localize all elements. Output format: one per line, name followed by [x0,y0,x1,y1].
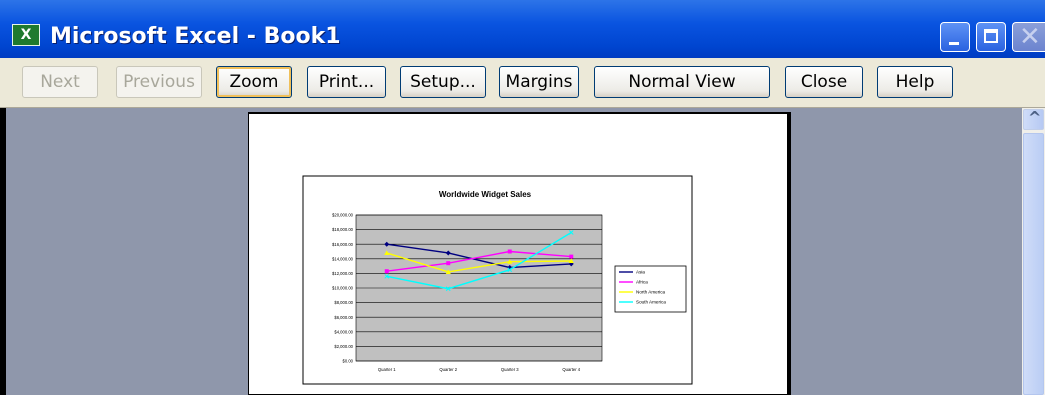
close-window-button[interactable]: ✕ [1012,22,1045,52]
minimize-button[interactable] [940,22,970,52]
legend-label: Asia [636,270,645,275]
title-bar[interactable]: X Microsoft Excel - Book1 ✕ [0,0,1045,58]
data-point [569,254,574,259]
y-tick-label: $8,000.00 [334,300,353,305]
maximize-button[interactable] [976,22,1006,52]
y-tick-label: $4,000.00 [334,329,353,334]
y-tick-label: $6,000.00 [334,315,353,320]
next-button[interactable]: Next [22,66,98,98]
zoom-button[interactable]: Zoom [216,66,292,98]
y-tick-label: $14,000.00 [332,256,354,261]
y-tick-label: $16,000.00 [332,242,354,247]
y-tick-label: $10,000.00 [332,286,354,291]
data-point [446,261,451,266]
close-icon: ✕ [1019,22,1041,52]
print-preview-toolbar: Next Previous Zoom Print... Setup... Mar… [0,58,1045,108]
minimize-icon [949,42,959,45]
y-tick-label: $0.00 [343,359,354,364]
scroll-up-button[interactable]: ^ [1023,108,1044,130]
x-tick-label: Quarter 2 [439,367,457,372]
margins-button[interactable]: Margins [499,66,579,98]
y-tick-label: $18,000.00 [332,227,354,232]
help-button[interactable]: Help [877,66,953,98]
setup-button[interactable]: Setup... [400,66,486,98]
y-tick-label: $2,000.00 [334,344,353,349]
chevron-up-icon: ^ [1028,108,1042,127]
maximize-icon [984,29,998,43]
vertical-scrollbar[interactable]: ^ [1022,108,1045,395]
y-tick-label: $20,000.00 [332,213,354,218]
legend-label: Africa [636,280,648,285]
legend-label: North America [636,290,666,295]
previous-button[interactable]: Previous [116,66,202,98]
x-tick-label: Quarter 4 [562,367,580,372]
window-title: Microsoft Excel - Book1 [50,24,341,49]
normal-view-button[interactable]: Normal View [594,66,770,98]
preview-page[interactable]: Worldwide Widget Sales $20,000.00 $18,000… [248,112,788,395]
print-button[interactable]: Print... [307,66,386,98]
legend-label: South America [636,300,666,305]
chart: Worldwide Widget Sales $20,000.00 $18,000… [302,175,693,385]
y-tick-label: $12,000.00 [332,271,354,276]
data-point [384,269,389,274]
scroll-thumb[interactable] [1023,133,1044,395]
excel-icon[interactable]: X [12,24,40,46]
chart-title: Worldwide Widget Sales [439,190,532,199]
close-button[interactable]: Close [785,66,863,98]
data-point [507,249,512,254]
x-tick-label: Quarter 3 [501,367,519,372]
x-tick-label: Quarter 1 [378,367,396,372]
